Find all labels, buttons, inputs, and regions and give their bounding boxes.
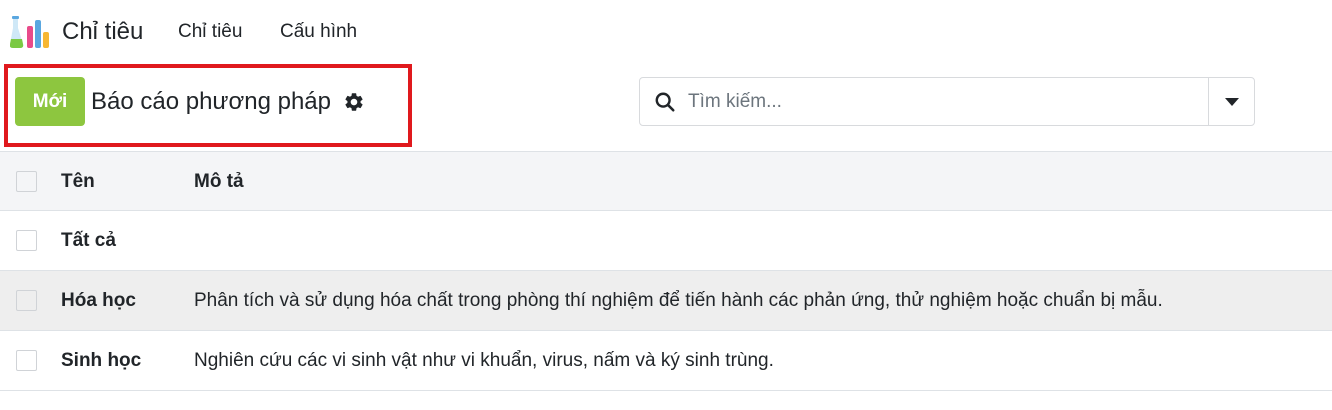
table-row[interactable]: Hóa học Phân tích và sử dụng hóa chất tr… <box>0 271 1332 331</box>
select-all-checkbox[interactable] <box>16 171 37 192</box>
top-navbar: Chỉ tiêu Chỉ tiêu Cấu hình <box>0 0 1332 64</box>
gear-icon[interactable] <box>343 91 365 113</box>
new-button[interactable]: Mới <box>15 77 85 126</box>
row-name: Tất cả <box>61 230 116 251</box>
table-header-row: Tên Mô tả <box>0 151 1332 211</box>
row-checkbox[interactable] <box>16 350 37 371</box>
column-header-description[interactable]: Mô tả <box>194 171 244 193</box>
search-options-toggle[interactable] <box>1208 78 1254 125</box>
flask-chart-icon[interactable] <box>10 12 50 50</box>
caret-down-icon <box>1224 97 1239 106</box>
app-title[interactable]: Chỉ tiêu <box>62 18 143 46</box>
row-name: Sinh học <box>61 350 142 371</box>
row-name: Hóa học <box>61 290 136 311</box>
list-table: Tên Mô tả Tất cả Hóa học Phân tích và sử… <box>0 151 1332 391</box>
search-input[interactable] <box>688 86 1198 118</box>
search-bar <box>639 77 1255 126</box>
nav-item-chi-tieu[interactable]: Chỉ tiêu <box>178 21 242 43</box>
row-checkbox[interactable] <box>16 290 37 311</box>
table-row[interactable]: Tất cả <box>0 211 1332 271</box>
column-header-name[interactable]: Tên <box>61 171 95 193</box>
table-row[interactable]: Sinh học Nghiên cứu các vi sinh vật như … <box>0 331 1332 391</box>
nav-item-cau-hinh[interactable]: Cấu hình <box>280 21 357 43</box>
row-checkbox[interactable] <box>16 230 37 251</box>
row-description: Nghiên cứu các vi sinh vật như vi khuẩn,… <box>194 350 774 371</box>
page-title: Báo cáo phương pháp <box>91 88 331 115</box>
row-description: Phân tích và sử dụng hóa chất trong phòn… <box>194 290 1163 311</box>
search-icon <box>655 92 675 112</box>
